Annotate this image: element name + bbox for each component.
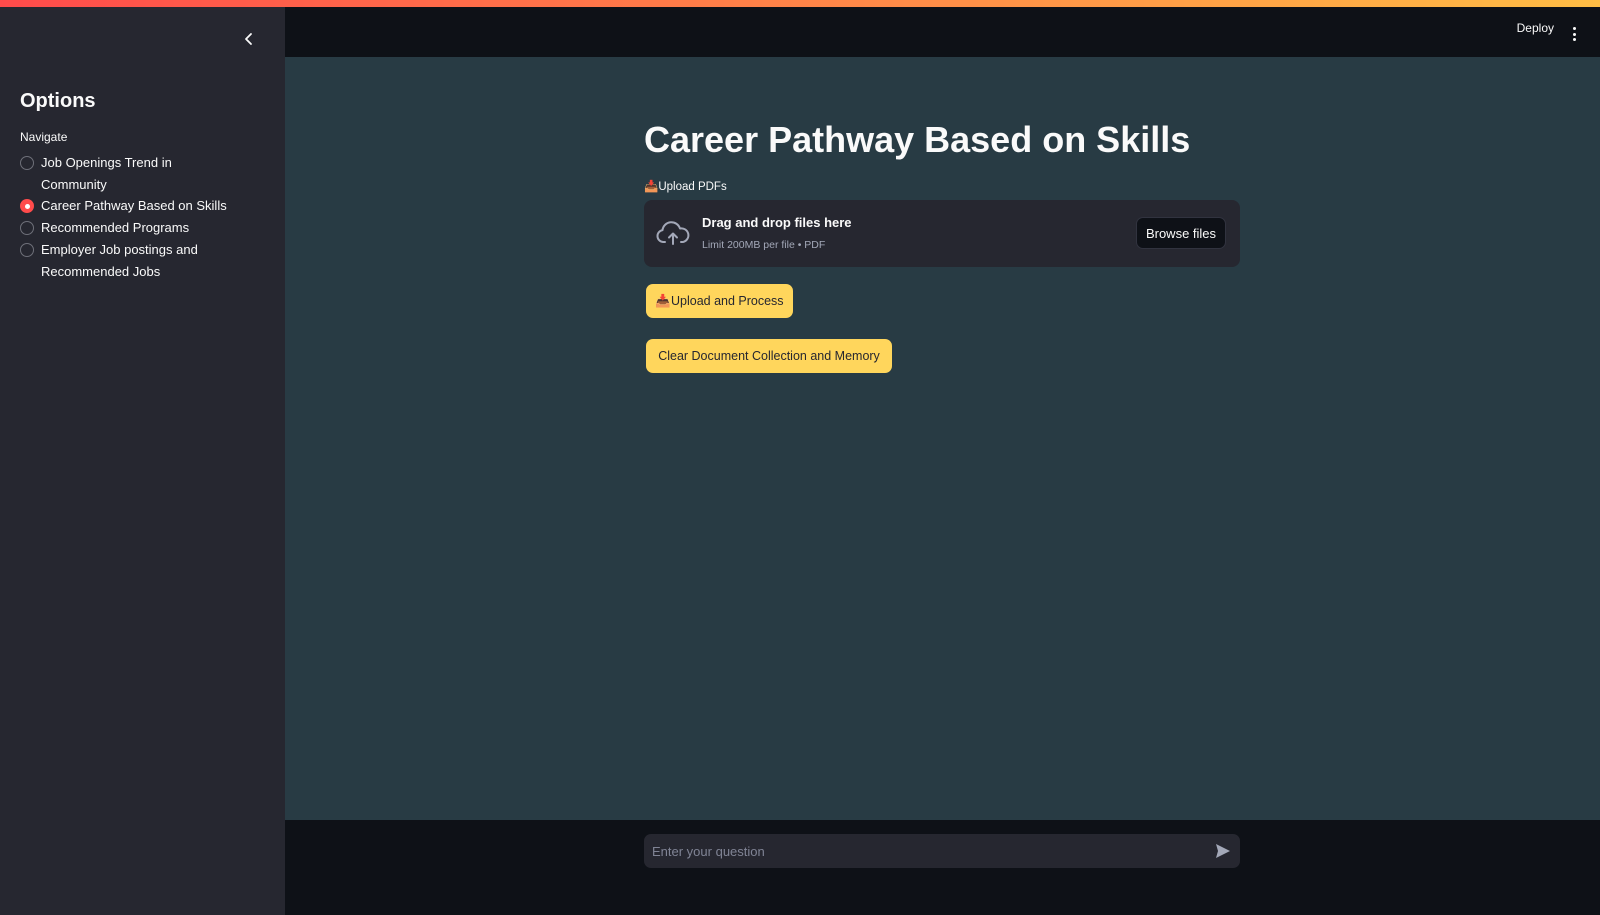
question-input[interactable] [644, 834, 1194, 868]
radio-label: Job Openings Trend in Community [41, 155, 172, 192]
chevron-left-icon [245, 33, 252, 45]
file-dropzone[interactable]: Drag and drop files here Limit 200MB per… [644, 200, 1240, 267]
dropzone-title: Drag and drop files here [702, 215, 852, 230]
page-title: Career Pathway Based on Skills [644, 119, 1191, 160]
navigate-radio-group: Job Openings Trend in Community Career P… [20, 152, 270, 282]
radio-selected-icon [20, 199, 34, 214]
radio-button-icon [20, 242, 34, 257]
deploy-button[interactable]: Deploy [1517, 21, 1554, 35]
clear-collection-button[interactable]: Clear Document Collection and Memory [646, 339, 892, 373]
radio-label: Career Pathway Based on Skills [41, 198, 227, 214]
radio-job-openings-trend[interactable]: Job Openings Trend in Community [20, 152, 270, 195]
chat-input-bar [285, 820, 1600, 915]
radio-label: Employer Job postings and Recommended Jo… [41, 241, 198, 279]
radio-label: Recommended Programs [41, 220, 190, 236]
radio-recommended-programs[interactable]: Recommended Programs [20, 217, 270, 239]
radio-career-pathway[interactable]: Career Pathway Based on Skills [20, 195, 270, 217]
cloud-upload-icon [656, 221, 690, 245]
navigate-label: Navigate [20, 130, 68, 144]
radio-button-icon [20, 156, 34, 170]
send-icon[interactable] [1214, 842, 1232, 860]
app-header: Deploy [285, 7, 1600, 57]
upload-pdfs-label: 📥Upload PDFs [644, 181, 727, 193]
sidebar: Options Navigate Job Openings Trend in C… [0, 0, 285, 915]
browse-files-button[interactable]: Browse files [1136, 217, 1226, 249]
top-decoration-bar [0, 0, 1600, 7]
collapse-sidebar-button[interactable] [238, 28, 260, 50]
kebab-menu-icon[interactable] [1572, 27, 1576, 41]
dropzone-limit-text: Limit 200MB per file • PDF [702, 239, 826, 251]
chat-input-container [644, 834, 1240, 868]
sidebar-title: Options [20, 90, 96, 112]
radio-button-icon [20, 221, 34, 236]
main-content: Career Pathway Based on Skills 📥Upload P… [285, 57, 1600, 820]
radio-employer-job-postings[interactable]: Employer Job postings and Recommended Jo… [20, 239, 270, 282]
upload-and-process-button[interactable]: 📥Upload and Process [646, 284, 793, 318]
